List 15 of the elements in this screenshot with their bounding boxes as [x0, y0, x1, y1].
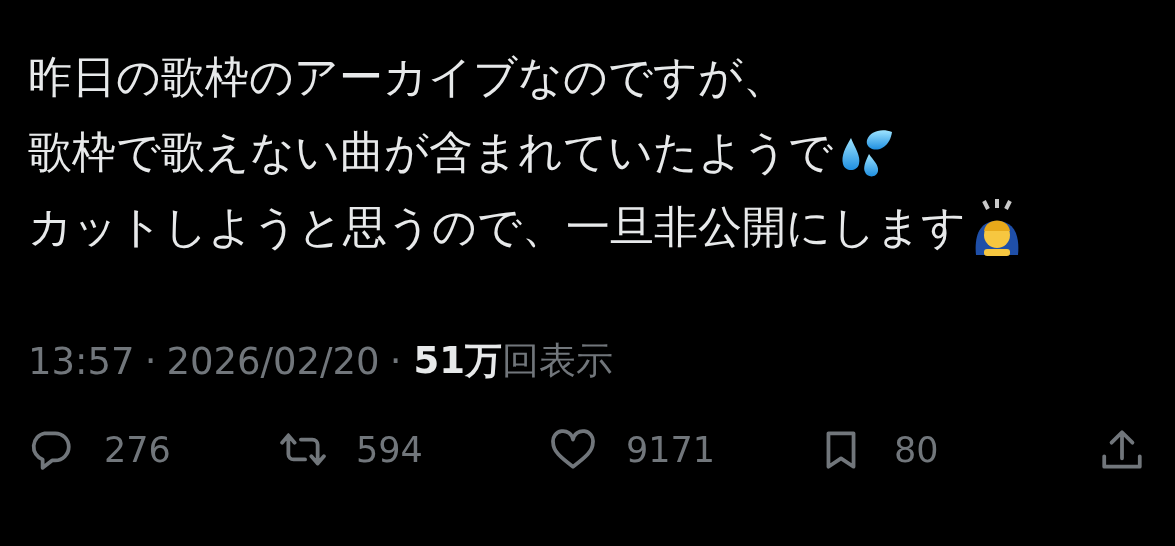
tweet-text-line: 歌枠で歌えない曲が含まれていたようで	[28, 125, 833, 179]
meta-text: 13:57	[28, 339, 135, 383]
action-count: 9171	[626, 430, 716, 470]
meta-text: 2026/02/20	[166, 339, 380, 383]
heart-icon[interactable]	[550, 429, 596, 471]
view-count: 51万	[413, 338, 502, 384]
meta-text: ·	[389, 339, 402, 383]
tweet-text-line: 昨日の歌枠のアーカイブなのですが、	[28, 50, 787, 104]
meta-text: 回表示	[501, 338, 613, 384]
action-count: 594	[356, 430, 423, 470]
share-icon[interactable]	[1099, 429, 1145, 471]
meta-text: ·	[144, 339, 157, 383]
action-count: 276	[104, 430, 171, 470]
tweet-text-line: カットしようと思うので、一旦非公開にします	[28, 200, 966, 254]
action-count: 80	[894, 430, 939, 470]
